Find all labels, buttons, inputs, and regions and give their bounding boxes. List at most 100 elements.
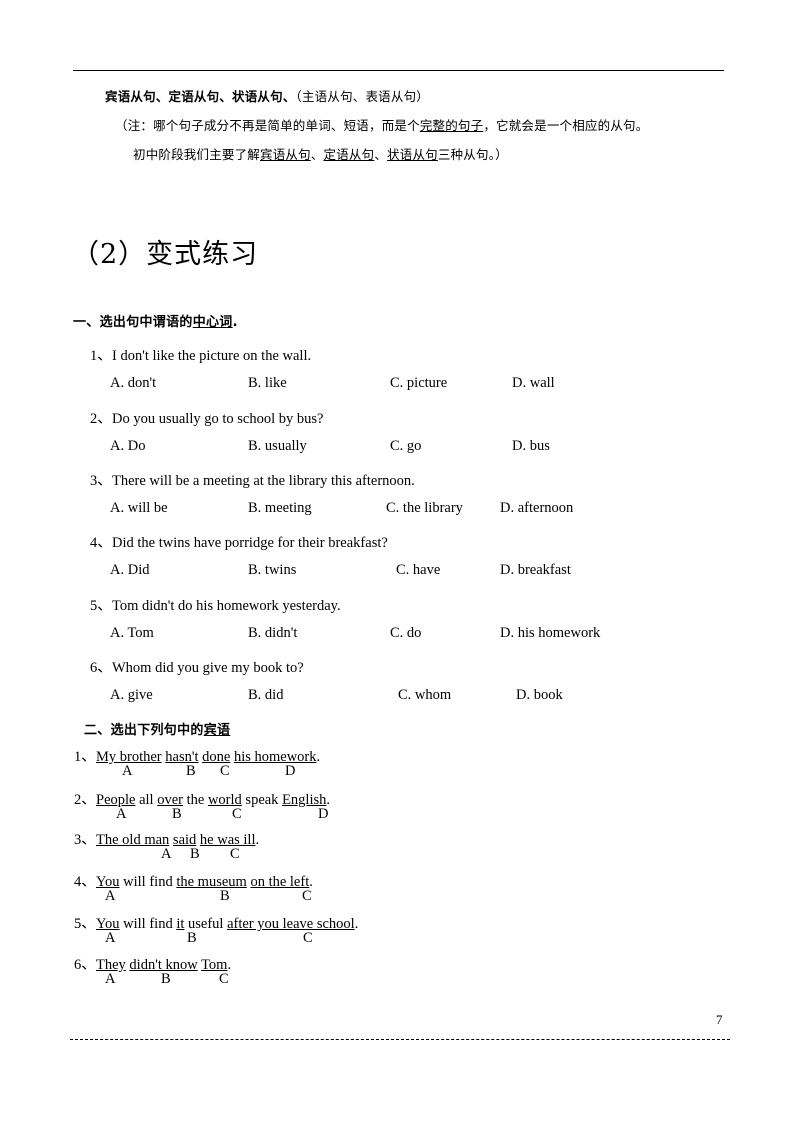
answer-option[interactable]: D. his homework <box>500 625 600 642</box>
answer-option[interactable]: C. go <box>390 438 421 455</box>
answer-option[interactable]: D. book <box>516 687 563 704</box>
option-row: A. give B. did C. whom D. book <box>0 687 794 711</box>
question-row: 4、Did the twins have porridge for their … <box>0 531 794 555</box>
answer-option[interactable]: A. don't <box>110 375 156 392</box>
intro-note-block: 宾语从句、定语从句、状语从句、（主语从句、表语从句） （注：哪个句子成分不再是简… <box>73 82 733 169</box>
intro-line-note: （注：哪个句子成分不再是简单的单词、短语，而是个完整的句子，它就会是一个相应的从… <box>73 111 733 140</box>
option-row: A. will be B. meeting C. the library D. aft… <box>0 500 794 524</box>
question-row: 3、There will be a meeting at the library… <box>0 469 794 493</box>
option-letter[interactable]: B <box>220 888 230 905</box>
answer-option[interactable]: C. whom <box>398 687 451 704</box>
answer-option[interactable]: B. like <box>248 375 287 392</box>
question-number: 2、 <box>90 411 112 427</box>
option-letter[interactable]: C <box>302 888 312 905</box>
answer-option[interactable]: B. didn't <box>248 625 297 642</box>
question-stem: 1、I don't like the picture on the wall. <box>90 344 311 365</box>
question-number: 1、 <box>90 348 112 364</box>
answer-option[interactable]: B. meeting <box>248 500 312 517</box>
answer-option[interactable]: C. picture <box>390 375 447 392</box>
answer-option[interactable]: D. wall <box>512 375 555 392</box>
answer-option[interactable]: A. will be <box>110 500 168 517</box>
option-letter[interactable]: C <box>232 806 242 823</box>
option-letter[interactable]: C <box>303 930 313 947</box>
question-row: 2、Do you usually go to school by bus? <box>0 407 794 431</box>
intro-line-clause-types: 宾语从句、定语从句、状语从句、（主语从句、表语从句） <box>73 82 733 111</box>
answer-option[interactable]: B. usually <box>248 438 307 455</box>
section-one-heading: 一、选出句中谓语的中心词. <box>73 311 238 330</box>
answer-option[interactable]: C. do <box>390 625 421 642</box>
question-number: 4、 <box>90 535 112 551</box>
section-two-heading-underlined: 宾语 <box>203 723 231 738</box>
answer-option[interactable]: B. twins <box>248 562 296 579</box>
option-letter[interactable]: A <box>105 971 115 988</box>
option-letter[interactable]: D <box>285 763 295 780</box>
option-letter[interactable]: A <box>161 846 171 863</box>
answer-option[interactable]: A. Do <box>110 438 145 455</box>
intro-scope-sep-1: 、 <box>310 147 324 162</box>
question-number: 5、 <box>90 598 112 614</box>
intro-scope-part-a: 初中阶段我们主要了解 <box>133 147 261 162</box>
intro-note-part-a: （注：哪个句子成分不再是简单的单词、短语，而是个 <box>115 118 420 133</box>
option-letter-row: A B C <box>0 971 794 991</box>
option-letter[interactable]: B <box>187 930 197 947</box>
option-letter[interactable]: A <box>116 806 126 823</box>
answer-option[interactable]: B. did <box>248 687 283 704</box>
section-two-heading-text: 二、选出下列句中的 <box>84 723 204 738</box>
option-row: A. Did B. twins C. have D. breakfast <box>0 562 794 586</box>
footer-divider <box>70 1039 730 1040</box>
answer-option[interactable]: D. breakfast <box>500 562 571 579</box>
question-stem: 5、Tom didn't do his homework yesterday. <box>90 594 341 615</box>
answer-option[interactable]: C. have <box>396 562 440 579</box>
option-letter[interactable]: B <box>161 971 171 988</box>
intro-scope-sep-2: 、 <box>374 147 388 162</box>
option-letter[interactable]: D <box>318 806 328 823</box>
answer-option[interactable]: D. afternoon <box>500 500 573 517</box>
option-letter-row: A B C <box>0 846 794 866</box>
intro-scope-adverbial-clause: 状语从句 <box>387 147 438 162</box>
answer-option[interactable]: A. Did <box>110 562 149 579</box>
option-letter[interactable]: C <box>219 971 229 988</box>
answer-option[interactable]: A. give <box>110 687 153 704</box>
page-title: （2）变式练习 <box>72 239 259 270</box>
question-text: Whom did you give my book to? <box>112 660 304 676</box>
intro-clause-types-rest: （主语从句、表语从句） <box>295 89 429 104</box>
question-row: 5、Tom didn't do his homework yesterday. <box>0 594 794 618</box>
option-letter[interactable]: A <box>122 763 132 780</box>
answer-option[interactable]: D. bus <box>512 438 550 455</box>
worksheet-page: 宾语从句、定语从句、状语从句、（主语从句、表语从句） （注：哪个句子成分不再是简… <box>0 0 794 1123</box>
question-stem: 6、Whom did you give my book to? <box>90 656 304 677</box>
intro-note-underlined: 完整的句子 <box>419 118 484 133</box>
option-row: A. don't B. like C. picture D. wall <box>0 375 794 399</box>
question-stem: 2、Do you usually go to school by bus? <box>90 407 323 428</box>
option-letter-row: A B C D <box>0 763 794 783</box>
intro-line-scope: 初中阶段我们主要了解宾语从句、定语从句、状语从句三种从句。） <box>73 140 733 169</box>
option-letter[interactable]: C <box>230 846 240 863</box>
option-letter[interactable]: A <box>105 930 115 947</box>
question-number: 3、 <box>90 473 112 489</box>
question-text: Do you usually go to school by bus? <box>112 411 324 427</box>
option-letter-row: A B C <box>0 930 794 950</box>
intro-clause-types-bold: 宾语从句、定语从句、状语从句、 <box>105 89 296 104</box>
option-letter[interactable]: A <box>105 888 115 905</box>
question-number: 6、 <box>90 660 112 676</box>
section-two-heading: 二、选出下列句中的宾语 <box>84 719 230 738</box>
question-text: I don't like the picture on the wall. <box>112 348 312 364</box>
question-text: Did the twins have porridge for their br… <box>112 535 388 551</box>
question-row: 6、Whom did you give my book to? <box>0 656 794 680</box>
question-stem: 3、There will be a meeting at the library… <box>90 469 415 490</box>
option-letter[interactable]: B <box>186 763 196 780</box>
option-letter[interactable]: B <box>172 806 182 823</box>
page-number: 7 <box>716 1012 723 1027</box>
answer-option[interactable]: C. the library <box>386 500 463 517</box>
intro-scope-object-clause: 宾语从句 <box>260 147 311 162</box>
option-letter[interactable]: B <box>190 846 200 863</box>
section-one-heading-period: . <box>232 315 238 330</box>
question-text: There will be a meeting at the library t… <box>112 473 415 489</box>
intro-scope-attributive-clause: 定语从句 <box>323 147 375 162</box>
question-stem: 4、Did the twins have porridge for their … <box>90 531 388 552</box>
option-letter[interactable]: C <box>220 763 230 780</box>
answer-option[interactable]: A. Tom <box>110 625 154 642</box>
header-divider <box>73 70 724 71</box>
option-row: A. Do B. usually C. go D. bus <box>0 438 794 462</box>
question-text: Tom didn't do his homework yesterday. <box>112 598 341 614</box>
